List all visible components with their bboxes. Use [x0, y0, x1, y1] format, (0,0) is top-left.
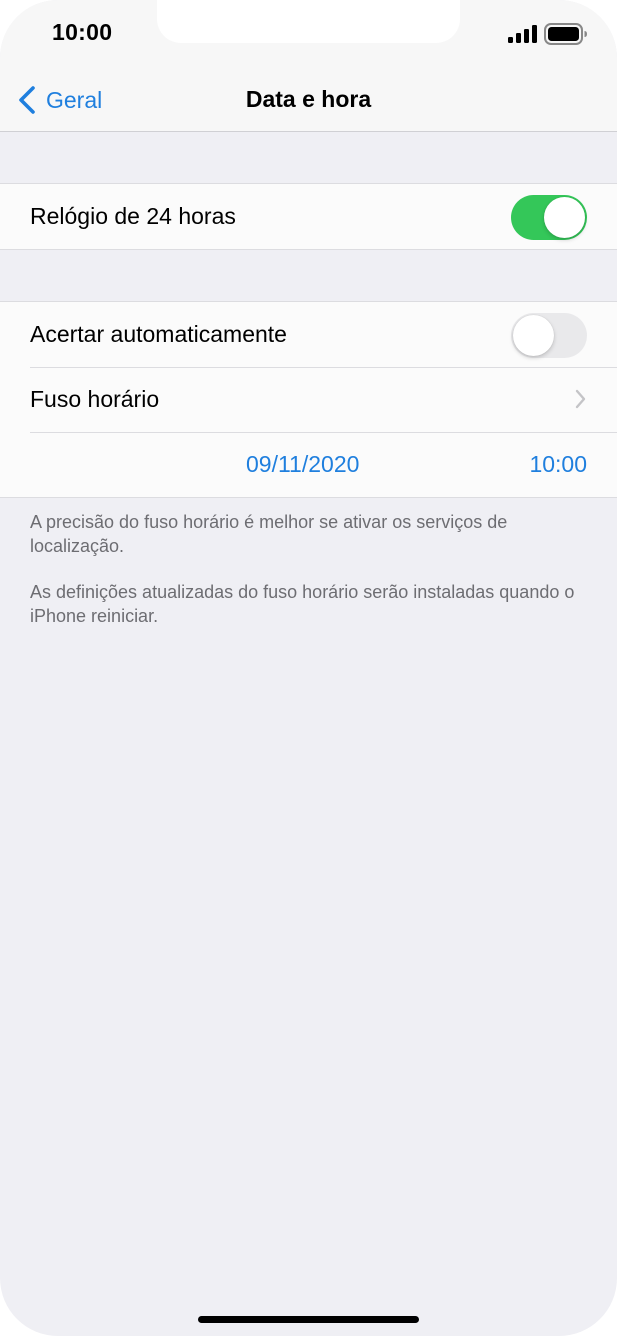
- toggle-knob: [544, 197, 585, 238]
- settings-row-24h-clock: Relógio de 24 horas: [0, 184, 617, 249]
- status-bar: 10:00: [0, 0, 617, 70]
- page-title: Data e hora: [245, 86, 372, 112]
- settings-row-date-time: 09/11/2020 10:00: [0, 432, 617, 497]
- row-label-set-automatically: Acertar automaticamente: [30, 321, 287, 347]
- row-label-time-zone: Fuso horário: [30, 386, 160, 412]
- row-label-24h-clock: Relógio de 24 horas: [30, 203, 236, 229]
- status-time: 10:00: [52, 19, 113, 45]
- toggle-24h-clock[interactable]: [511, 195, 587, 240]
- phone-screen: 10:00 Geral Data e hora Relógio de 24 ho…: [0, 0, 617, 1336]
- notch: [157, 0, 460, 43]
- settings-row-time-zone[interactable]: Fuso horário: [0, 367, 617, 432]
- toggle-set-automatically[interactable]: [511, 313, 587, 358]
- home-indicator[interactable]: [198, 1316, 419, 1323]
- datetime-settings-group: Acertar automaticamente Fuso horário 09/…: [0, 301, 617, 498]
- battery-icon: [544, 23, 587, 45]
- chevron-right-icon: [575, 389, 586, 409]
- signal-icon: [508, 25, 537, 43]
- footnote-timezone-update: As definições atualizadas do fuso horári…: [30, 582, 575, 626]
- settings-row-set-automatically: Acertar automaticamente: [0, 302, 617, 367]
- time-value[interactable]: 10:00: [529, 451, 587, 478]
- footnote-location-accuracy: A precisão do fuso horário é melhor se a…: [30, 512, 508, 556]
- clock-settings-group: Relógio de 24 horas: [0, 183, 617, 250]
- toggle-knob: [513, 315, 554, 356]
- navigation-bar: Geral Data e hora: [0, 70, 617, 132]
- date-value[interactable]: 09/11/2020: [246, 451, 359, 478]
